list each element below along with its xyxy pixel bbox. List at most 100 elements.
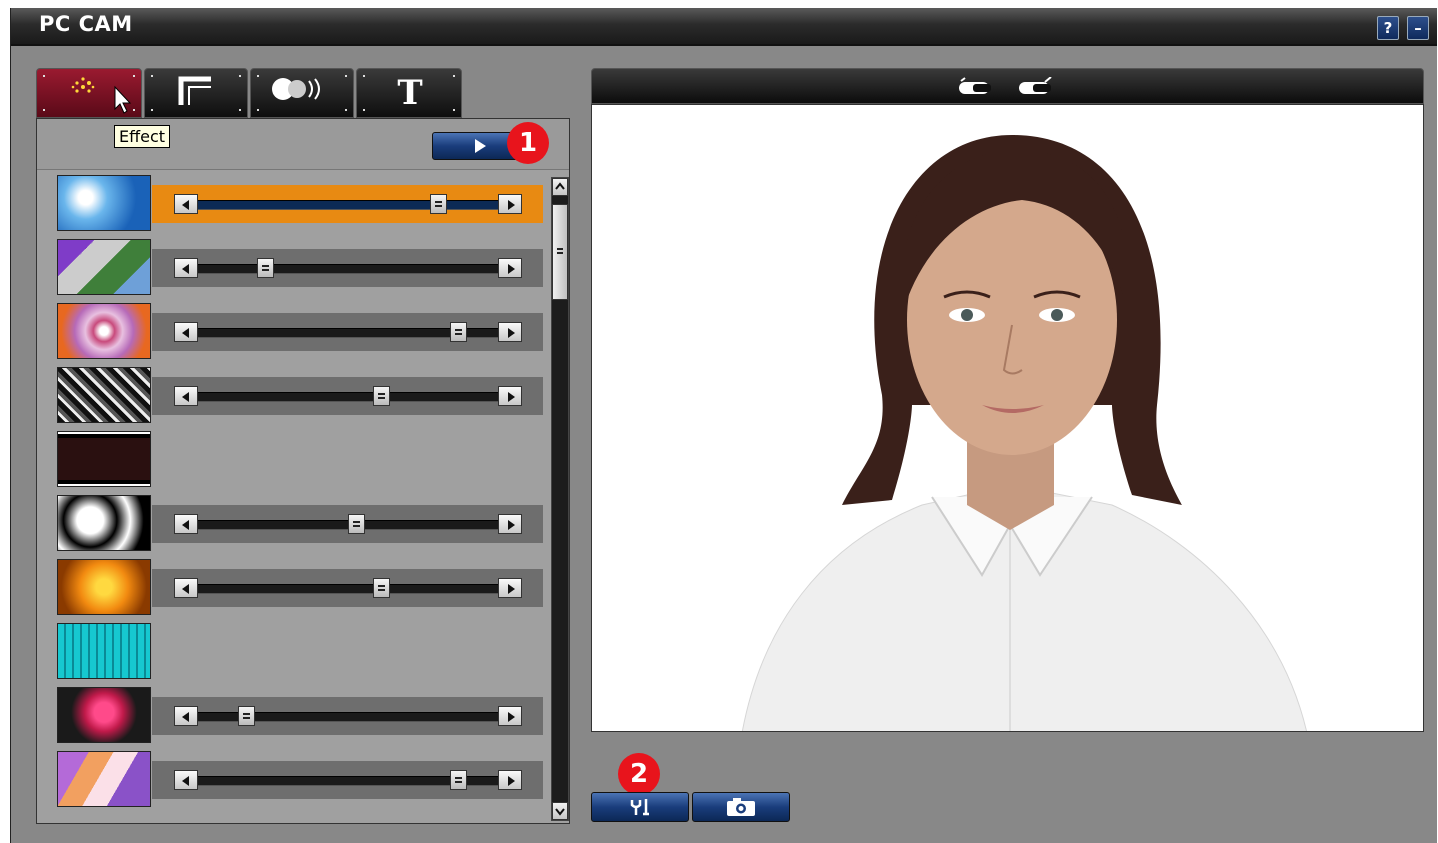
tab-rivet [151,109,153,111]
slider-knob[interactable] [347,514,365,534]
speaker-wave-icon [272,78,320,100]
effect-row-swirl[interactable] [57,303,543,361]
camera-icon[interactable] [957,77,997,97]
slider-knob[interactable] [430,194,448,214]
tab-effect[interactable] [36,68,142,118]
snapshot-button[interactable] [692,792,790,822]
effect-thumbnail-emboss[interactable] [57,367,151,423]
arrow-left-icon [182,584,189,594]
slider-decrease-button[interactable] [174,386,198,406]
tab-rivet [345,75,347,77]
slider-decrease-button[interactable] [174,770,198,790]
effect-thumbnail-swirl[interactable] [57,303,151,359]
slider-increase-button[interactable] [498,706,522,726]
slider-increase-button[interactable] [498,322,522,342]
effect-row-emboss[interactable] [57,367,543,425]
slider-knob[interactable] [449,322,467,342]
scroll-down-button[interactable] [552,802,568,820]
slider-decrease-button[interactable] [174,578,198,598]
slider-increase-button[interactable] [498,386,522,406]
scroll-up-button[interactable] [552,178,568,196]
slider-knob[interactable] [449,770,467,790]
effect-thumbnail-mosaic[interactable] [57,239,151,295]
tab-sound[interactable] [250,68,354,118]
arrow-right-icon [508,264,515,274]
slider-rail[interactable] [198,392,498,402]
arrow-right-icon [508,712,515,722]
tab-frame[interactable] [144,68,248,118]
slider-knob[interactable] [237,706,255,726]
effect-thumbnail-old-film[interactable] [57,431,151,487]
effect-slider-mosaic[interactable] [152,249,543,287]
arrow-right-icon [508,200,515,210]
effect-row-old-film[interactable] [57,431,543,489]
arrow-left-icon [182,264,189,274]
tab-rivet [239,75,241,77]
slider-increase-button[interactable] [498,194,522,214]
effect-row-sepia-flower[interactable] [57,559,543,617]
arrow-right-icon [508,584,515,594]
tab-rivet [151,75,153,77]
tab-rivet [133,109,135,111]
effect-thumbnail-color-cells[interactable] [57,751,151,807]
app-window: PC CAM ? – T Effect 1 2 [10,8,1437,843]
slider-decrease-button[interactable] [174,706,198,726]
slider-rail[interactable] [198,264,498,274]
arrow-right-icon [508,520,515,530]
slider-decrease-button[interactable] [174,514,198,534]
text-t-icon: T [397,73,422,113]
slider-rail[interactable] [198,200,498,210]
effect-thumbnail-black-white[interactable] [57,495,151,551]
effect-row-color-cells[interactable] [57,751,543,809]
tab-rivet [43,75,45,77]
effect-thumbnail-sepia-flower[interactable] [57,559,151,615]
tab-rivet [133,75,135,77]
slider-decrease-button[interactable] [174,322,198,342]
tab-rivet [257,109,259,111]
slider-knob[interactable] [373,386,391,406]
effect-row-mosaic[interactable] [57,239,543,297]
effect-list-scrollbar[interactable] [551,177,569,821]
tab-text[interactable]: T [356,68,462,118]
effect-slider-swirl[interactable] [152,313,543,351]
tab-rivet [363,75,365,77]
settings-button[interactable] [591,792,689,822]
play-arrow-icon [475,139,486,153]
effect-row-grid-tiles[interactable] [57,623,543,681]
arrow-right-icon [508,392,515,402]
effect-thumbnail-pink-flower[interactable] [57,687,151,743]
effect-thumbnail-bubble[interactable] [57,175,151,231]
effect-slider-color-cells[interactable] [152,761,543,799]
camera-settings-icon[interactable] [1017,77,1057,97]
effect-slider-sepia-flower[interactable] [152,569,543,607]
slider-decrease-button[interactable] [174,258,198,278]
slider-rail[interactable] [198,584,498,594]
tools-icon [630,799,649,816]
svg-text:T: T [397,73,422,113]
effect-row-pink-flower[interactable] [57,687,543,745]
effect-row-bubble[interactable] [57,175,543,233]
camera-snapshot-icon [727,798,755,816]
effect-slider-black-white[interactable] [152,505,543,543]
slider-increase-button[interactable] [498,578,522,598]
slider-decrease-button[interactable] [174,194,198,214]
callout-badge-1: 1 [507,122,549,164]
slider-knob[interactable] [373,578,391,598]
tab-rivet [239,109,241,111]
scroll-thumb[interactable] [552,204,568,300]
slider-increase-button[interactable] [498,258,522,278]
slider-increase-button[interactable] [498,514,522,534]
arrow-left-icon [182,520,189,530]
effect-slider-pink-flower[interactable] [152,697,543,735]
effect-slider-bubble[interactable] [152,185,543,223]
minimize-button[interactable]: – [1407,16,1429,40]
slider-increase-button[interactable] [498,770,522,790]
slider-knob[interactable] [257,258,275,278]
tab-rivet [453,109,455,111]
frame-corner-icon [178,76,211,105]
effect-slider-emboss[interactable] [152,377,543,415]
camera-preview [591,104,1424,732]
effect-thumbnail-grid-tiles[interactable] [57,623,151,679]
effect-row-black-white[interactable] [57,495,543,553]
help-button[interactable]: ? [1377,16,1399,40]
